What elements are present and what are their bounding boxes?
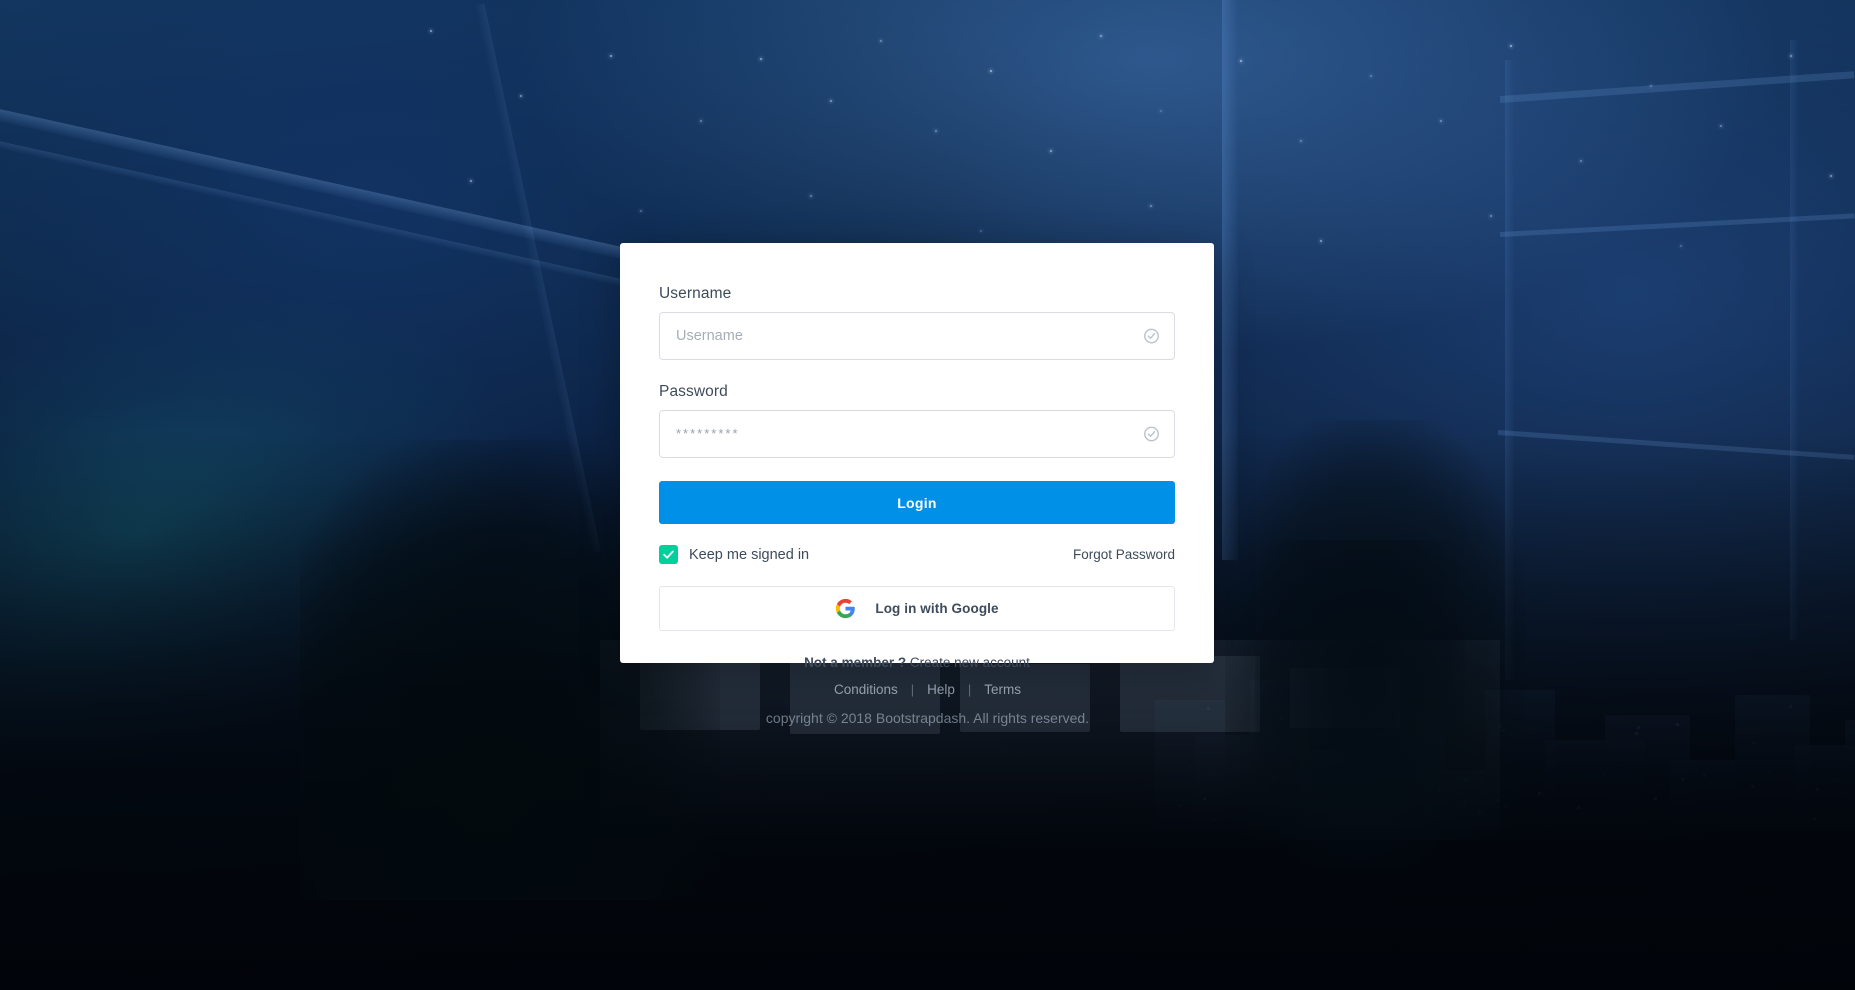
footer-link-help[interactable]: Help — [927, 682, 955, 697]
username-label: Username — [659, 285, 1175, 303]
login-card: Username Password Login — [620, 243, 1214, 663]
footer-separator: | — [911, 682, 914, 697]
login-options-row: Keep me signed in Forgot Password — [659, 545, 1175, 564]
keep-signed-in-label: Keep me signed in — [689, 547, 809, 563]
forgot-password-link[interactable]: Forgot Password — [1073, 547, 1175, 562]
login-button[interactable]: Login — [659, 481, 1175, 524]
footer-links: Conditions | Help | Terms — [0, 682, 1855, 697]
footer-separator: | — [968, 682, 971, 697]
signup-prompt: Not a member ? — [804, 655, 906, 670]
copyright-text: copyright © 2018 Bootstrapdash. All righ… — [0, 710, 1855, 726]
keep-signed-in-checkbox-row[interactable]: Keep me signed in — [659, 545, 809, 564]
google-login-label: Log in with Google — [875, 601, 998, 616]
username-field-wrapper — [659, 312, 1175, 360]
page-footer: Conditions | Help | Terms copyright © 20… — [0, 682, 1855, 726]
password-label: Password — [659, 383, 1175, 401]
username-input[interactable] — [659, 312, 1175, 360]
create-new-account-link[interactable]: Create new account — [910, 655, 1030, 670]
footer-link-conditions[interactable]: Conditions — [834, 682, 898, 697]
signup-row: Not a member ? Create new account — [659, 655, 1175, 670]
password-input[interactable] — [659, 410, 1175, 458]
google-login-button[interactable]: Log in with Google — [659, 586, 1175, 631]
footer-link-terms[interactable]: Terms — [984, 682, 1021, 697]
google-g-icon — [835, 598, 856, 619]
checkbox-checked-icon[interactable] — [659, 545, 678, 564]
password-field-wrapper — [659, 410, 1175, 458]
